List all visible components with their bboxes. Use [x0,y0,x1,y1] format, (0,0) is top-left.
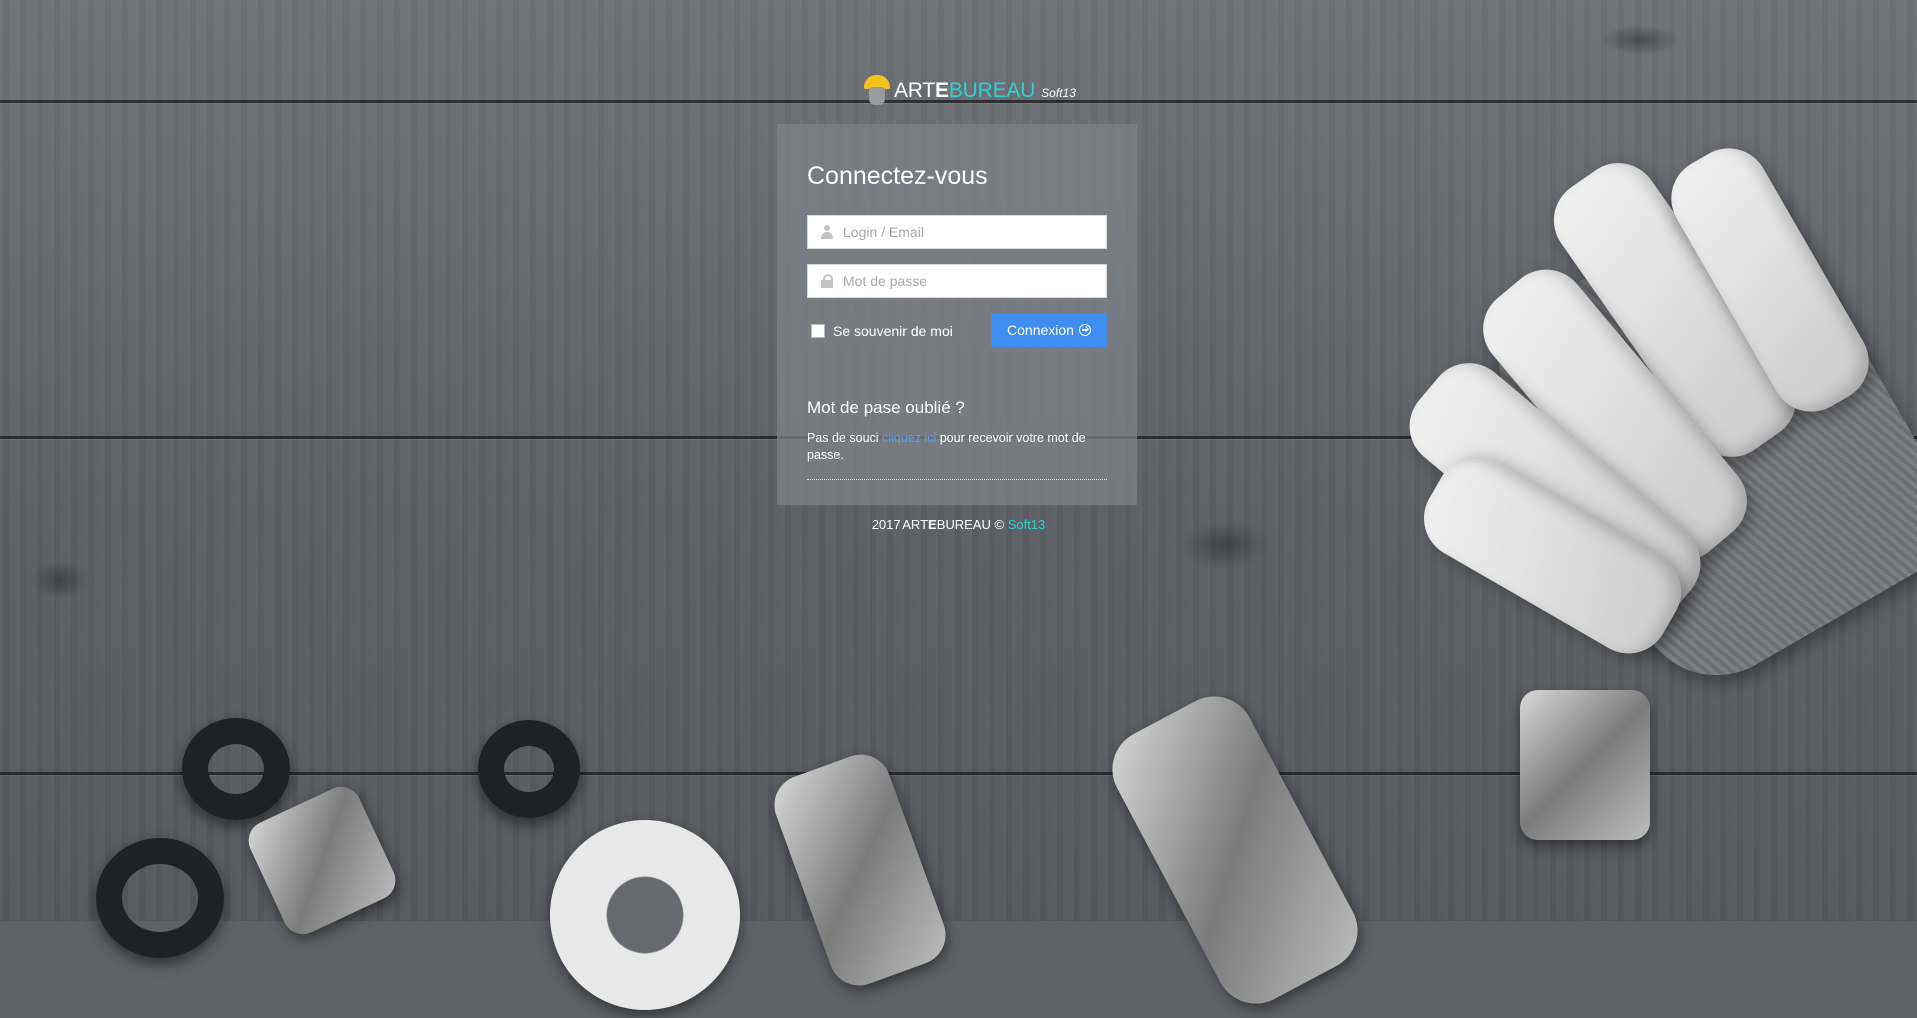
brand-name: ARTEBUREAU [894,80,1035,101]
teflon-tape-image [550,820,740,1010]
brand-art: ART [894,78,936,102]
login-button-label: Connexion [1007,322,1074,338]
wood-knot [1600,25,1680,55]
brand-soft: Soft13 [1041,86,1076,100]
user-icon [820,225,834,239]
footer-brand-bureau: BUREAU © [936,517,1005,532]
forgot-password-text: Pas de souci cliquez ici pour recevoir v… [807,430,1107,464]
arrow-circle-right-icon [1078,324,1091,336]
remember-me-label: Se souvenir de moi [833,323,953,339]
footer-brand-e: E [928,517,937,532]
login-email-field[interactable] [807,215,1107,249]
app-logo: ARTEBUREAU Soft13 [864,72,1076,108]
brand-e: E [935,78,949,102]
footer-soft13-link[interactable]: Soft13 [1008,517,1046,532]
lock-icon [820,274,834,288]
ball-valve-image [1520,690,1650,840]
password-field[interactable] [807,264,1107,298]
footer-brand-art: ART [902,517,929,532]
login-panel: Connectez-vous Se souvenir de moi Connex… [777,124,1137,505]
forgot-text-before: Pas de souci [807,431,883,445]
rubber-washer-image [96,838,224,958]
login-button[interactable]: Connexion [991,313,1107,347]
login-email-input[interactable] [841,215,1106,249]
divider [807,479,1107,480]
rubber-washer-image [182,718,290,820]
remember-me-checkbox[interactable] [811,324,825,338]
helmet-icon [864,75,890,105]
login-title: Connectez-vous [807,162,988,190]
remember-me[interactable]: Se souvenir de moi [811,323,953,339]
password-input[interactable] [841,264,1106,298]
wood-knot [30,560,90,600]
forgot-password-title: Mot de pase oublié ? [807,398,965,417]
footer: 2017 ARTEBUREAU © Soft13 [0,517,1917,532]
forgot-password-link[interactable]: cliquez ici [882,431,936,445]
rubber-washer-image [478,720,580,818]
footer-year: 2017 [871,517,901,532]
footer-brand: ARTEBUREAU © [902,517,1004,532]
brand-bureau: BUREAU [948,78,1036,102]
